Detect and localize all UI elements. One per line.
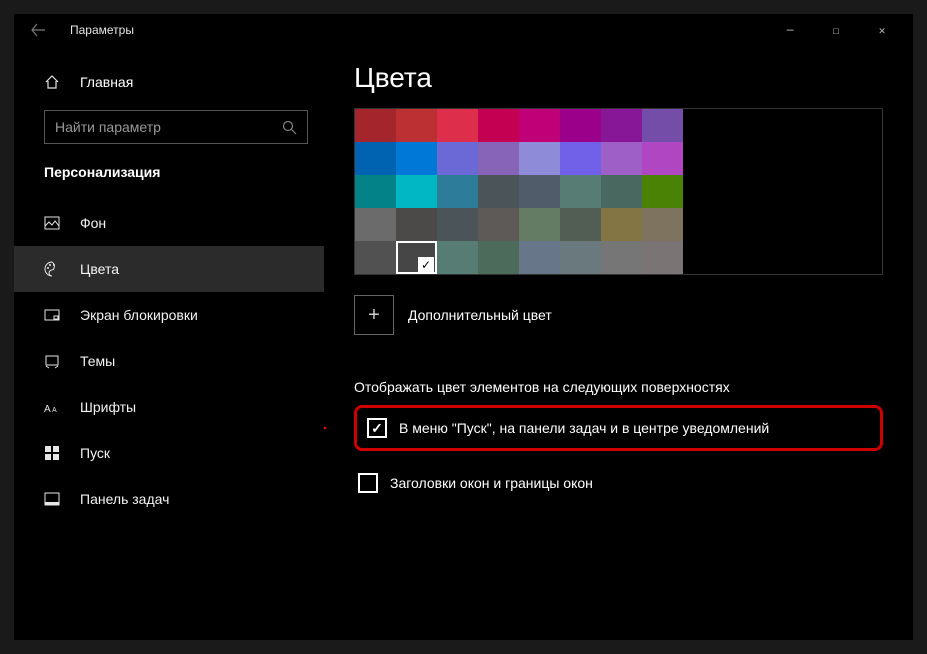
color-swatch[interactable]: [396, 175, 437, 208]
fonts-icon: AA: [44, 399, 60, 415]
home-label: Главная: [80, 74, 133, 90]
content: Главная Найти параметр Персонализация Фо…: [14, 46, 913, 640]
sidebar-item-themes[interactable]: Темы: [14, 338, 324, 384]
color-swatch[interactable]: [478, 109, 519, 142]
color-swatch[interactable]: [601, 109, 642, 142]
sidebar-item-label: Шрифты: [80, 399, 136, 415]
color-swatch[interactable]: [642, 241, 683, 274]
checkbox-label: В меню "Пуск", на панели задач и в центр…: [399, 420, 769, 436]
sidebar-item-colors[interactable]: Цвета: [14, 246, 324, 292]
color-swatch[interactable]: [560, 109, 601, 142]
color-swatch[interactable]: [519, 109, 560, 142]
color-swatch[interactable]: [355, 109, 396, 142]
start-icon: [44, 445, 60, 461]
sidebar-item-background[interactable]: Фон: [14, 200, 324, 246]
color-swatch[interactable]: [437, 109, 478, 142]
color-swatch[interactable]: [437, 175, 478, 208]
color-swatch[interactable]: [437, 208, 478, 241]
checkbox-window-borders[interactable]: Заголовки окон и границы окон: [354, 467, 883, 499]
color-swatch[interactable]: [642, 109, 683, 142]
color-swatch[interactable]: [560, 241, 601, 274]
search-icon: [282, 120, 297, 135]
settings-window: Параметры ─ ☐ ✕ Главная Найти параметр П…: [14, 14, 913, 640]
back-button[interactable]: [22, 14, 54, 46]
section-label: Отображать цвет элементов на следующих п…: [354, 379, 883, 395]
checkbox-icon: [367, 418, 387, 438]
color-swatch[interactable]: [478, 142, 519, 175]
color-swatch[interactable]: [396, 241, 437, 274]
color-swatch[interactable]: [355, 208, 396, 241]
svg-text:A: A: [52, 407, 57, 414]
sidebar-item-label: Темы: [80, 353, 115, 369]
annotation-arrow: [324, 417, 327, 439]
checkbox-start-taskbar[interactable]: В меню "Пуск", на панели задач и в центр…: [354, 405, 883, 451]
search-input[interactable]: Найти параметр: [44, 110, 308, 144]
plus-icon: +: [354, 295, 394, 335]
color-swatch[interactable]: [642, 142, 683, 175]
category-label: Персонализация: [14, 164, 324, 180]
checkbox-icon: [358, 473, 378, 493]
color-swatch[interactable]: [355, 175, 396, 208]
sidebar-item-fonts[interactable]: AA Шрифты: [14, 384, 324, 430]
color-swatch[interactable]: [519, 142, 560, 175]
maximize-button[interactable]: ☐: [813, 14, 859, 46]
taskbar-icon: [44, 491, 60, 507]
sidebar: Главная Найти параметр Персонализация Фо…: [14, 46, 324, 640]
color-swatch[interactable]: [560, 142, 601, 175]
nav-list: Фон Цвета Экран блокировки Темы AA Шрифты Пуск…: [14, 200, 324, 522]
svg-text:A: A: [44, 404, 51, 415]
color-swatch[interactable]: [601, 208, 642, 241]
colors-icon: [44, 261, 60, 277]
home-link[interactable]: Главная: [14, 62, 324, 102]
color-swatch[interactable]: [519, 175, 560, 208]
sidebar-item-label: Пуск: [80, 445, 110, 461]
color-swatch[interactable]: [478, 208, 519, 241]
minimize-button[interactable]: ─: [767, 14, 813, 46]
custom-color-button[interactable]: + Дополнительный цвет: [354, 295, 883, 335]
color-swatch[interactable]: [601, 241, 642, 274]
sidebar-item-label: Экран блокировки: [80, 307, 198, 323]
themes-icon: [44, 353, 60, 369]
color-swatch[interactable]: [478, 241, 519, 274]
sidebar-item-lockscreen[interactable]: Экран блокировки: [14, 292, 324, 338]
sidebar-item-label: Фон: [80, 215, 106, 231]
sidebar-item-taskbar[interactable]: Панель задач: [14, 476, 324, 522]
sidebar-item-label: Панель задач: [80, 491, 169, 507]
color-swatch[interactable]: [355, 241, 396, 274]
color-swatch[interactable]: [601, 175, 642, 208]
color-swatch[interactable]: [437, 142, 478, 175]
color-swatch[interactable]: [601, 142, 642, 175]
color-swatch[interactable]: [560, 175, 601, 208]
color-swatch[interactable]: [642, 208, 683, 241]
color-swatch[interactable]: [437, 241, 478, 274]
color-swatch[interactable]: [355, 142, 396, 175]
color-swatch[interactable]: [560, 208, 601, 241]
sidebar-item-label: Цвета: [80, 261, 119, 277]
color-swatch[interactable]: [519, 208, 560, 241]
window-title: Параметры: [70, 23, 134, 37]
color-swatch[interactable]: [519, 241, 560, 274]
color-swatch[interactable]: [478, 175, 519, 208]
checkbox-label: Заголовки окон и границы окон: [390, 475, 593, 491]
search-placeholder: Найти параметр: [55, 119, 282, 135]
color-swatch[interactable]: [396, 109, 437, 142]
color-swatch[interactable]: [642, 175, 683, 208]
color-swatch[interactable]: [396, 208, 437, 241]
home-icon: [44, 74, 60, 90]
main-panel: Цвета + Дополнительный цвет Отображать ц…: [324, 46, 913, 640]
color-palette: [354, 108, 883, 275]
lockscreen-icon: [44, 307, 60, 323]
page-title: Цвета: [354, 62, 883, 94]
close-button[interactable]: ✕: [859, 14, 905, 46]
titlebar: Параметры ─ ☐ ✕: [14, 14, 913, 46]
color-swatch[interactable]: [396, 142, 437, 175]
background-icon: [44, 215, 60, 231]
custom-color-label: Дополнительный цвет: [408, 307, 552, 323]
window-controls: ─ ☐ ✕: [767, 14, 905, 46]
sidebar-item-start[interactable]: Пуск: [14, 430, 324, 476]
